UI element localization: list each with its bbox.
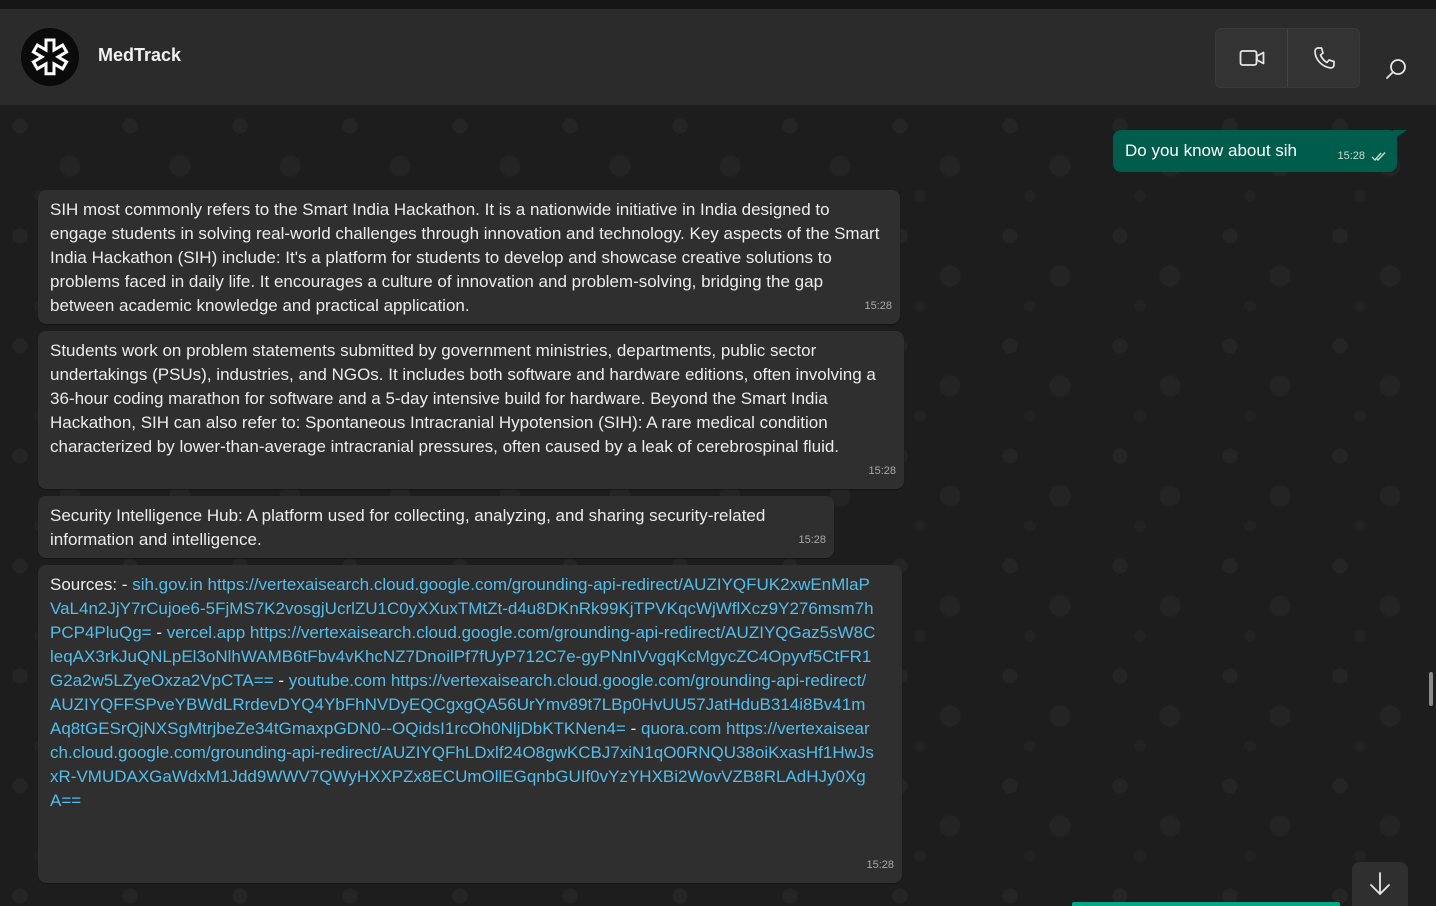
incoming-message[interactable]: SIH most commonly refers to the Smart In… [38, 190, 900, 324]
message-text: Do you know about sih [1125, 141, 1297, 160]
video-call-icon [1239, 50, 1264, 66]
search-icon [1386, 59, 1406, 79]
window-top-strip [0, 0, 1436, 9]
source-separator: - [278, 671, 285, 690]
voice-call-icon [1313, 47, 1335, 69]
sources-prefix: Sources: - [50, 575, 128, 594]
outgoing-message[interactable]: Do you know about sih 15:28 [1113, 130, 1397, 172]
video-call-button[interactable] [1216, 29, 1287, 87]
voice-call-button[interactable] [1288, 29, 1359, 87]
chat-header: MedTrack [0, 9, 1436, 106]
message-text: Sources: - sih.gov.in https://vertexaise… [38, 565, 902, 813]
call-buttons-group [1215, 28, 1360, 88]
source-separator: - [156, 623, 162, 642]
scroll-to-bottom-button[interactable] [1352, 862, 1408, 906]
sources-message[interactable]: Sources: - sih.gov.in https://vertexaise… [38, 565, 902, 883]
message-time: 15:28 [868, 465, 896, 477]
message-time: 15:28 [864, 300, 892, 312]
source-separator: - [630, 719, 637, 738]
message-time: 15:28 [798, 534, 826, 546]
source-link-label[interactable]: vercel.app [167, 623, 245, 642]
arrow-down-icon [1370, 872, 1390, 895]
avatar[interactable] [21, 28, 79, 86]
message-time: 15:28 [1337, 150, 1365, 162]
chat-title[interactable]: MedTrack [98, 45, 181, 66]
double-check-icon [1371, 151, 1386, 161]
source-link-label[interactable]: quora.com [641, 719, 721, 738]
message-text: SIH most commonly refers to the Smart In… [50, 200, 880, 315]
message-text: Security Intelligence Hub: A platform us… [50, 506, 766, 549]
chat-scrollbar[interactable] [1429, 672, 1433, 706]
message-text: Students work on problem statements subm… [50, 341, 876, 456]
source-link-label[interactable]: youtube.com [289, 671, 386, 690]
compose-area-edge [1072, 902, 1340, 906]
source-link-label[interactable]: sih.gov.in [132, 575, 203, 594]
incoming-message[interactable]: Security Intelligence Hub: A platform us… [38, 496, 834, 558]
search-button[interactable] [1374, 47, 1418, 91]
message-time: 15:28 [866, 859, 894, 871]
medical-star-icon [31, 38, 69, 76]
incoming-message[interactable]: Students work on problem statements subm… [38, 331, 904, 489]
message-meta: 15:28 [1337, 150, 1387, 162]
